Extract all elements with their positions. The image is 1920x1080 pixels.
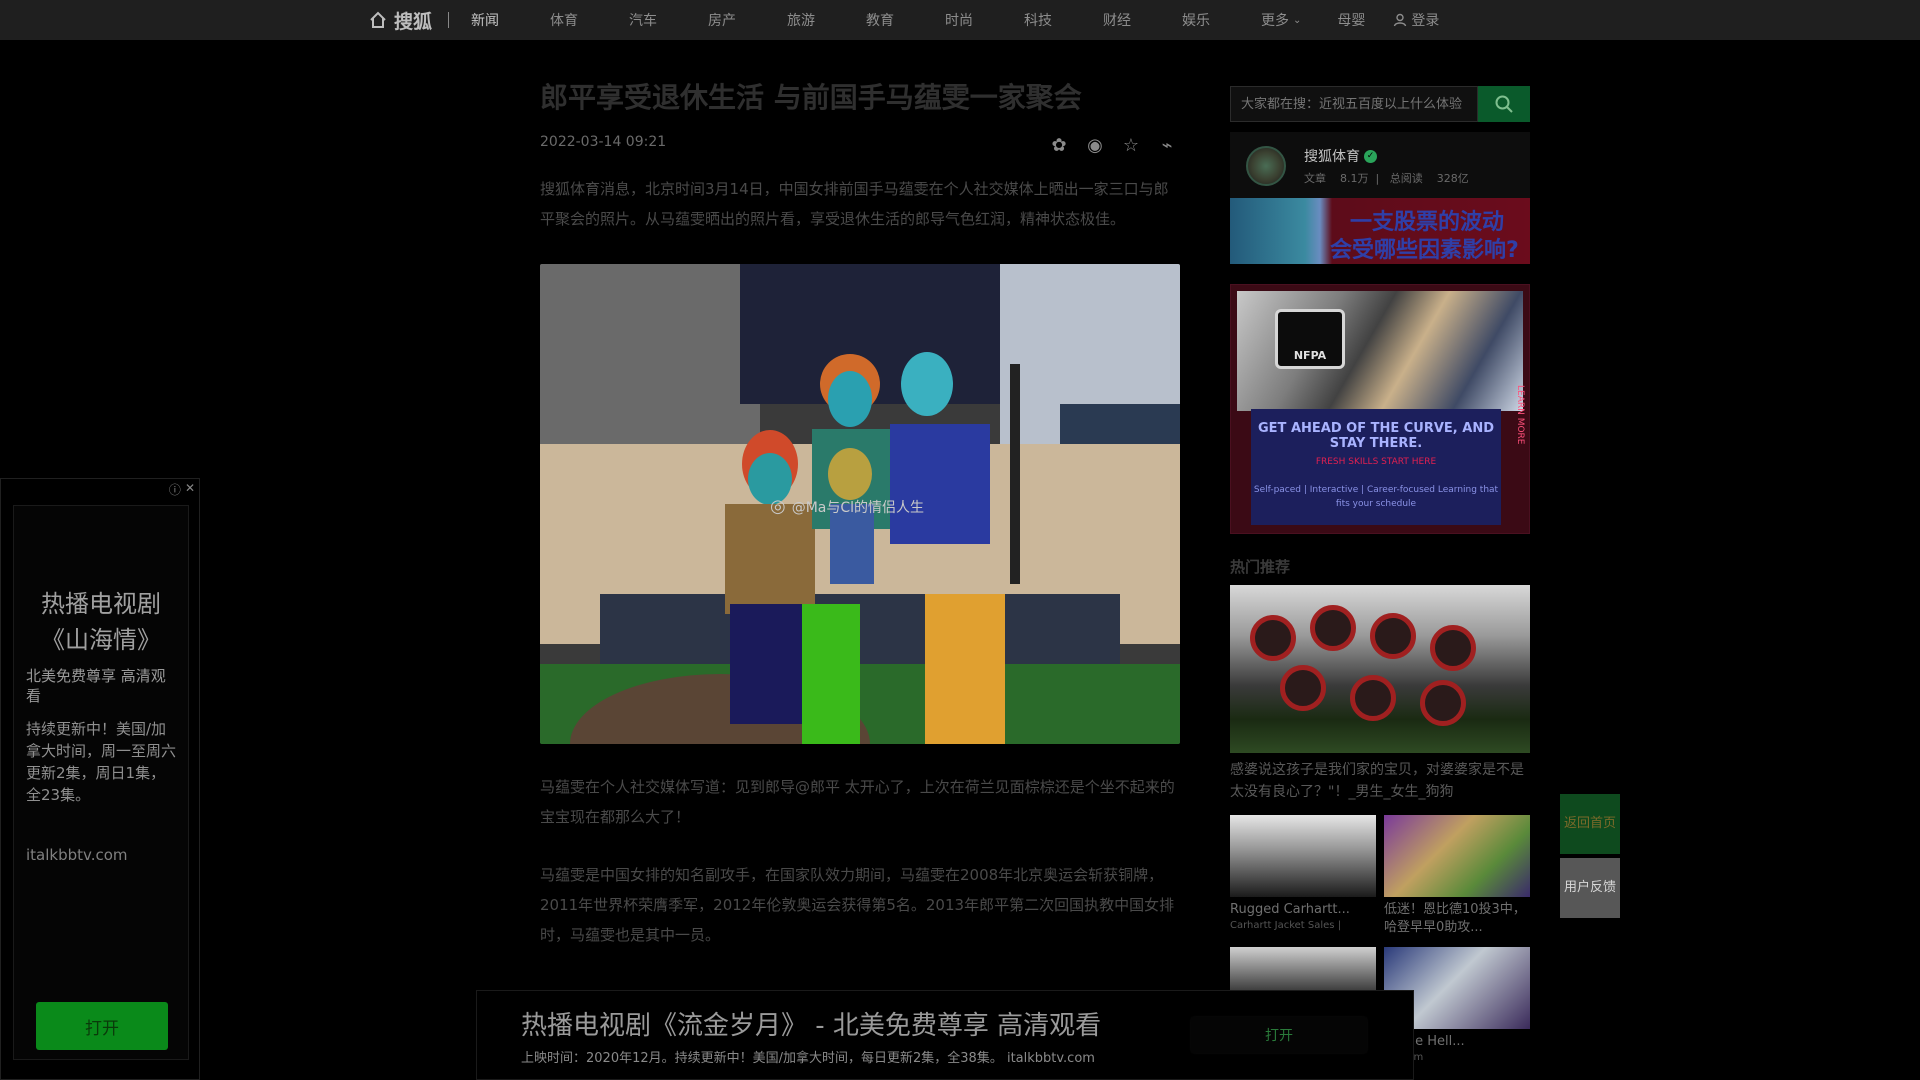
left-ad-line-1: 北美免费尊享 高清观看 (26, 667, 166, 705)
verified-icon: ✓ (1364, 149, 1377, 163)
nav-item-sports[interactable]: 体育 (550, 10, 578, 30)
nav-item-travel[interactable]: 旅游 (787, 10, 815, 30)
home-logo[interactable]: 搜狐 (368, 7, 432, 34)
search-box (1230, 86, 1530, 122)
search-icon (1495, 95, 1513, 113)
bottom-ad-open-button[interactable]: 打开 (1191, 1017, 1367, 1053)
article-paragraph-1: 搜狐体育消息，北京时间3月14日，中国女排前国手马蕴雯在个人社交媒体上晒出一家三… (540, 180, 1169, 228)
left-floating-ad: ⓘ ✕ 热播电视剧《山海情》 北美免费尊享 高清观看 持续更新中！美国/加拿大时… (0, 478, 200, 1080)
helmet-shape (1430, 625, 1476, 671)
hot-section-title: 热门推荐 (1230, 558, 1291, 576)
nfpa-ad[interactable]: NFPA GET AHEAD OF THE CURVE, AND STAY TH… (1230, 284, 1530, 534)
chevron-down-icon: ⌄ (1293, 14, 1302, 26)
author-name: 搜狐体育 ✓ (1304, 146, 1377, 166)
nav-item-education[interactable]: 教育 (866, 10, 894, 30)
nav-more[interactable]: 更多 ⌄ (1261, 10, 1301, 30)
login-label: 登录 (1411, 13, 1440, 29)
recommend-card[interactable]: Rugged Carhartt... Carhartt Jacket Sales… (1230, 815, 1376, 937)
weibo-icon: ◎ (770, 496, 786, 517)
left-ad-title: 热播电视剧《山海情》 (41, 590, 161, 654)
photo-watermark: ◎ @Ma与Cl的情侣人生 (770, 496, 924, 517)
sidebar: 搜狐体育 ✓ 文章 8.1万 | 总阅读 328亿 一支股票的波动 会受哪些因素… (1230, 86, 1530, 1075)
nav-item-auto[interactable]: 汽车 (629, 10, 657, 30)
top-nav: 搜狐 新闻 体育 汽车 房产 旅游 教育 时尚 科技 财经 娱乐 更多 ⌄ 母婴… (0, 0, 1920, 40)
ad-learn-more[interactable]: LEARN MORE (1505, 385, 1525, 445)
user-icon (1394, 13, 1407, 27)
stock-banner-ad[interactable]: 一支股票的波动 会受哪些因素影响? (1230, 198, 1530, 264)
watermark-text: @Ma与Cl的情侣人生 (791, 499, 925, 516)
author-name-text: 搜狐体育 (1304, 149, 1360, 165)
card-image (1384, 815, 1530, 897)
ad-controls: ⓘ ✕ (165, 481, 195, 498)
left-ad-open-button[interactable]: 打开 (36, 1002, 168, 1050)
login-link[interactable]: 登录 (1393, 10, 1439, 30)
ad-subline: FRESH SKILLS START HERE (1315, 457, 1437, 467)
ad-headline: GET AHEAD OF THE CURVE, AND STAY THERE. (1258, 421, 1494, 451)
bottom-ad-bar[interactable]: 热播电视剧《流金岁月》 - 北美免费尊享 高清观看 上映时间：2020年12月。… (476, 990, 1414, 1080)
nav-item-mother-baby[interactable]: 母婴 (1337, 10, 1365, 30)
author-stats: 文章 8.1万 | 总阅读 328亿 (1304, 172, 1469, 185)
search-input[interactable] (1230, 86, 1478, 122)
card-title: Rugged Carhartt... (1230, 902, 1350, 917)
bottom-ad-subtitle: 上映时间：2020年12月。持续更新中！美国/加拿大时间，每日更新2集，全38集… (521, 1051, 1095, 1066)
nfpa-logo: NFPA (1275, 309, 1345, 369)
share-bar: ✿ ◉ ☆ ⌁ (1036, 132, 1180, 158)
nav-item-house[interactable]: 房产 (708, 10, 736, 30)
article-paragraph-3: 马蕴雯是中国女排的知名副攻手，在国家队效力期间，马蕴雯在2008年北京奥运会斩获… (540, 866, 1175, 944)
nav-item-finance[interactable]: 财经 (1103, 10, 1131, 30)
back-to-home-button[interactable]: 返回首页 (1560, 794, 1620, 854)
helmet-shape (1350, 675, 1396, 721)
helmet-shape (1420, 680, 1466, 726)
article-meta: 2022-03-14 09:21 ✿ ◉ ☆ ⌁ (540, 132, 1180, 162)
nav-item-fashion[interactable]: 时尚 (945, 10, 973, 30)
reads-label: 总阅读 (1389, 172, 1423, 185)
ad-panel: GET AHEAD OF THE CURVE, AND STAY THERE. … (1251, 409, 1501, 525)
article: 郎平享受退休生活 与前国手马蕴雯一家聚会 2022-03-14 09:21 ✿ … (540, 78, 1180, 950)
wechat-share-icon[interactable]: ✿ (1046, 132, 1072, 158)
avatar (1246, 146, 1286, 186)
banner-line-2: 会受哪些因素影响? (1330, 238, 1519, 263)
home-icon (370, 11, 386, 28)
left-ad-body[interactable]: 热播电视剧《山海情》 北美免费尊享 高清观看 持续更新中！美国/加拿大时间，周一… (13, 505, 189, 1060)
weibo-share-icon[interactable]: ◉ (1082, 132, 1108, 158)
left-ad-line-2: 持续更新中！美国/加拿大时间，周一至周六更新2集，周日1集，全23集。 (26, 720, 177, 804)
articles-count: 8.1万 (1340, 172, 1369, 185)
nav-item-news[interactable]: 新闻 (471, 10, 499, 30)
left-ad-domain: italkbbtv.com (26, 846, 128, 864)
nav-divider (448, 12, 450, 28)
nav-item-ent[interactable]: 娱乐 (1182, 10, 1210, 30)
user-feedback-button[interactable]: 用户反馈 (1560, 858, 1620, 918)
copy-link-icon[interactable]: ⌁ (1154, 132, 1180, 158)
helmet-shape (1250, 615, 1296, 661)
publish-date: 2022-03-14 09:21 (540, 134, 667, 150)
helmet-shape (1370, 613, 1416, 659)
reads-count: 328亿 (1436, 172, 1469, 185)
hot-caption[interactable]: 感婆说这孩子是我们家的宝贝，对婆婆家是不是太没有良心了？"！_男生_女生_狗狗 (1230, 759, 1530, 803)
helmet-shape (1280, 665, 1326, 711)
author-card[interactable]: 搜狐体育 ✓ 文章 8.1万 | 总阅读 328亿 (1230, 132, 1530, 198)
helmet-shape (1310, 605, 1356, 651)
ad-tags: Self-paced | Interactive | Career-focuse… (1253, 485, 1499, 509)
recommend-card[interactable]: 低迷！恩比德10投3中，哈登早早0助攻... (1384, 815, 1530, 937)
ad-info-icon[interactable]: ⓘ (169, 481, 181, 498)
logo-text: 搜狐 (394, 10, 433, 33)
nav-more-label: 更多 (1261, 13, 1290, 29)
card-source: Carhartt Jacket Sales | (1230, 920, 1342, 931)
card-title: 低迷！恩比德10投3中，哈登早早0助攻... (1384, 902, 1526, 935)
article-paragraph-2: 马蕴雯在个人社交媒体写道：见到郎导@郎平 太开心了，上次在荷兰见面棕棕还是个坐不… (540, 778, 1175, 826)
close-icon[interactable]: ✕ (185, 481, 195, 498)
favorite-star-icon[interactable]: ☆ (1118, 132, 1144, 158)
articles-label: 文章 (1304, 172, 1326, 185)
article-photo: ◎ @Ma与Cl的情侣人生 (540, 264, 1180, 744)
search-button[interactable] (1478, 86, 1530, 122)
bottom-ad-title: 热播电视剧《流金岁月》 - 北美免费尊享 高清观看 (521, 1011, 1102, 1041)
nav-item-tech[interactable]: 科技 (1024, 10, 1052, 30)
article-title: 郎平享受退休生活 与前国手马蕴雯一家聚会 (540, 81, 1082, 114)
card-image (1230, 815, 1376, 897)
hot-image[interactable] (1230, 585, 1530, 753)
